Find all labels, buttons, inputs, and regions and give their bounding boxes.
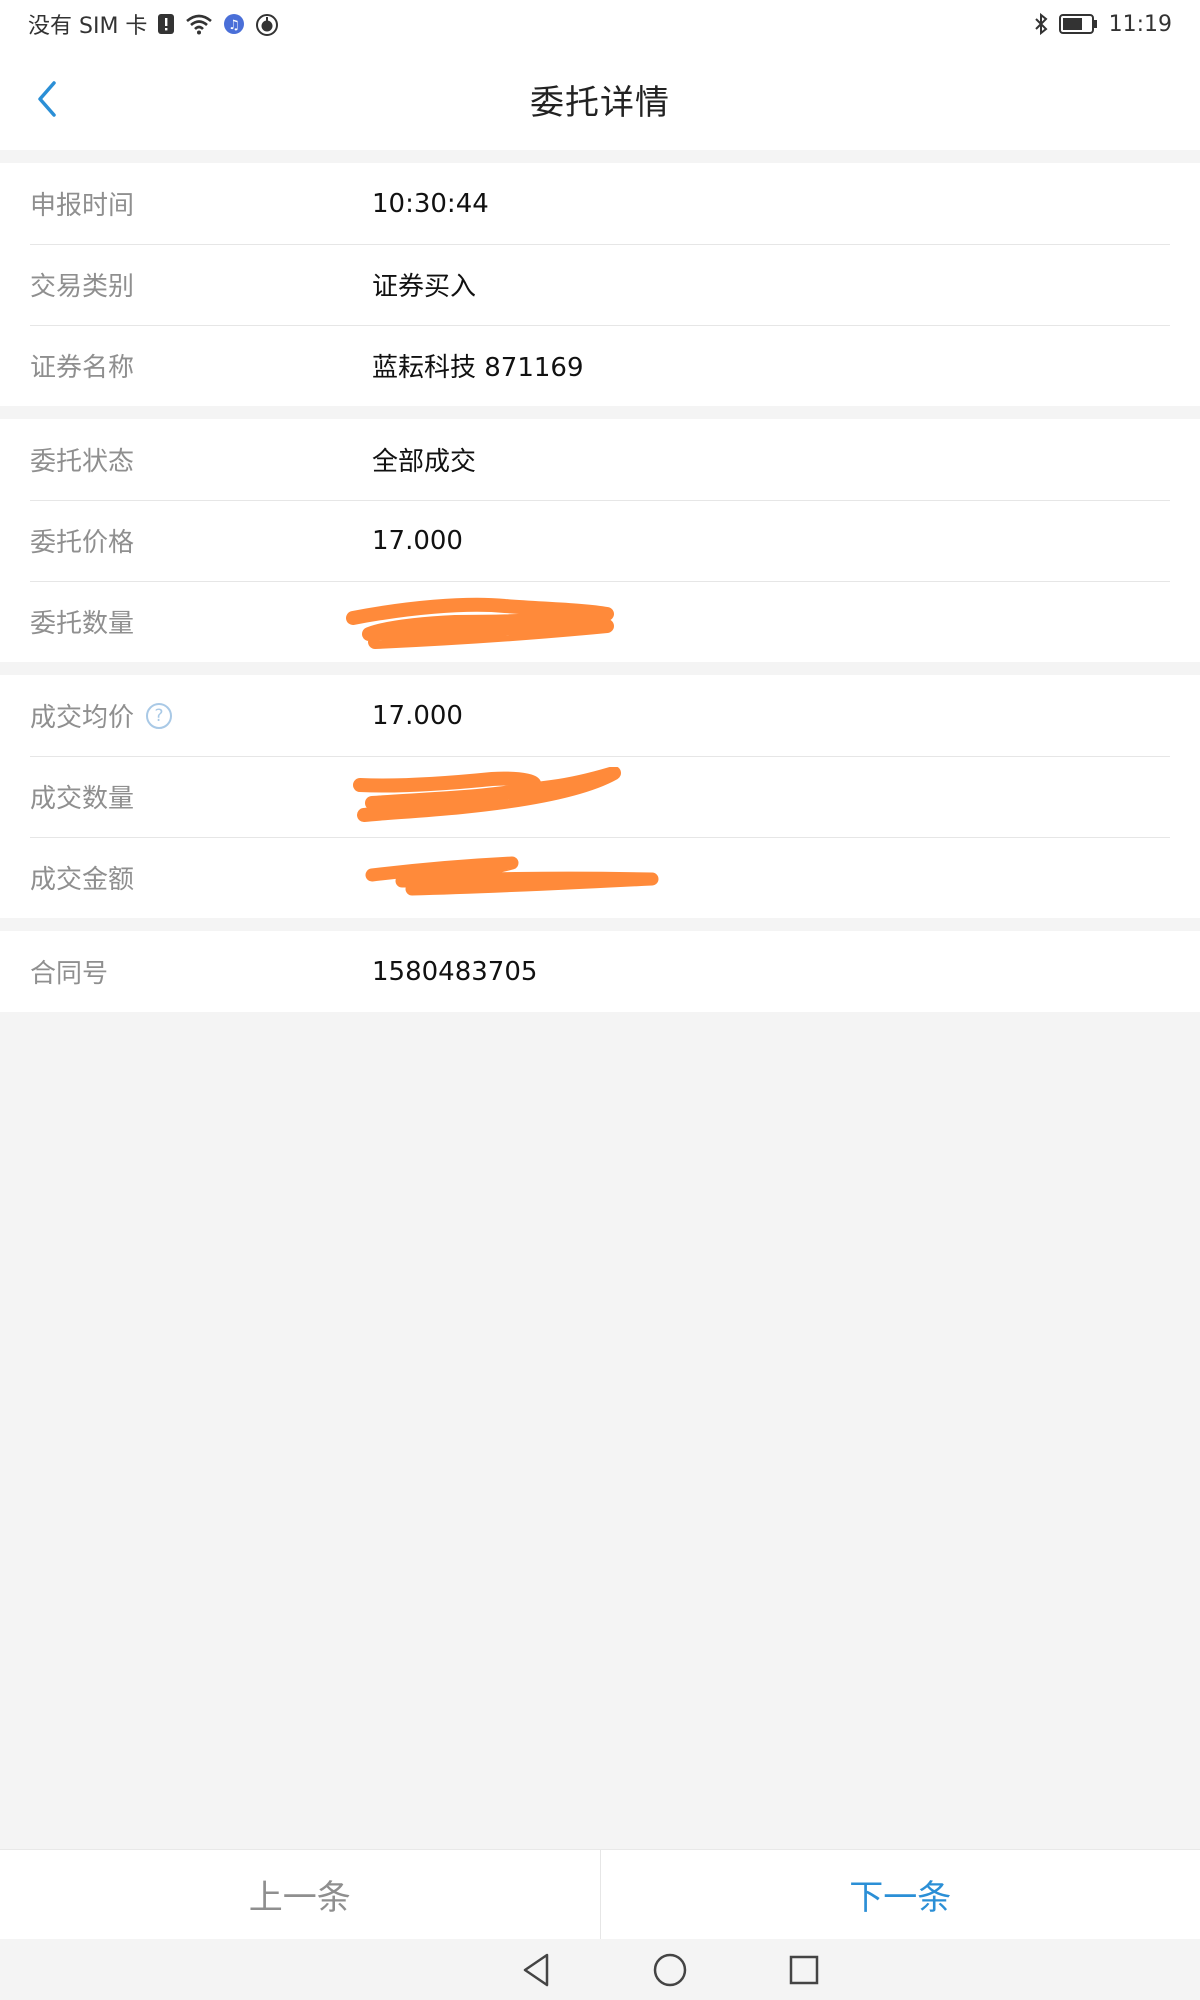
row-label: 成交数量: [30, 784, 135, 814]
row-label: 申报时间: [30, 191, 135, 221]
row-value: 17.000: [372, 525, 463, 556]
apple-icon: [255, 12, 279, 36]
bottom-action-bar: 上一条 下一条: [0, 1849, 1200, 1939]
row-label: 委托数量: [30, 609, 135, 639]
row-label: 委托状态: [30, 447, 135, 477]
row-label: 成交均价 ?: [30, 697, 372, 734]
detail-row: 合同号 1580483705: [0, 931, 1200, 1012]
wifi-icon: [185, 13, 213, 35]
status-left: 没有 SIM 卡 ♫: [28, 8, 279, 40]
carrier-text: 没有 SIM 卡: [28, 14, 148, 39]
detail-content: 申报时间 10:30:44 交易类别 证券买入 证券名称 蓝耘科技 871169…: [0, 150, 1200, 1012]
row-label: 证券名称: [30, 353, 135, 383]
home-circle-icon[interactable]: [648, 1948, 692, 1992]
row-value: 10:30:44: [372, 188, 489, 219]
detail-row: 成交金额: [0, 837, 1200, 918]
row-value: 蓝耘科技 871169: [372, 353, 584, 383]
section-deal: 成交均价 ? 17.000 成交数量 成交金额: [0, 675, 1200, 918]
clock-text: 11:19: [1108, 11, 1172, 37]
back-button[interactable]: [22, 74, 72, 124]
row-label: 合同号: [30, 959, 109, 989]
section-contract: 合同号 1580483705: [0, 931, 1200, 1012]
sim-alert-icon: [157, 13, 175, 35]
section-entrust: 委托状态 全部成交 委托价格 17.000 委托数量: [0, 419, 1200, 662]
detail-row: 委托价格 17.000: [0, 500, 1200, 581]
row-value: 证券买入: [372, 272, 477, 302]
system-nav-bar: [0, 1939, 1200, 2000]
chevron-left-icon: [38, 81, 56, 117]
redaction-scribble: [346, 597, 614, 649]
bluetooth-icon: [1033, 12, 1049, 36]
recents-square-icon[interactable]: [782, 1948, 826, 1992]
redaction-scribble: [365, 856, 659, 895]
detail-row: 申报时间 10:30:44: [0, 163, 1200, 244]
row-value: 全部成交: [372, 447, 477, 477]
prev-record-button[interactable]: 上一条: [0, 1850, 601, 1939]
help-icon[interactable]: ?: [146, 702, 173, 729]
music-icon: ♫: [223, 13, 245, 35]
back-triangle-icon[interactable]: [514, 1948, 558, 1992]
detail-row: 委托数量: [0, 581, 1200, 662]
row-value: 1580483705: [372, 956, 538, 987]
row-label: 委托价格: [30, 528, 135, 558]
detail-row: 证券名称 蓝耘科技 871169: [0, 325, 1200, 406]
row-label: 交易类别: [30, 272, 135, 302]
status-right: 11:19: [1033, 12, 1172, 37]
svg-text:♫: ♫: [229, 18, 241, 33]
row-label-text: 成交均价: [30, 703, 135, 733]
detail-row: 交易类别 证券买入: [0, 244, 1200, 325]
row-value: 17.000: [372, 700, 463, 731]
next-record-button[interactable]: 下一条: [601, 1850, 1200, 1939]
row-label: 成交金额: [30, 865, 135, 895]
battery-icon: [1058, 13, 1099, 35]
nav-header: 委托详情: [0, 48, 1200, 150]
detail-row: 成交均价 ? 17.000: [0, 675, 1200, 756]
detail-row: 委托状态 全部成交: [0, 419, 1200, 500]
redaction-scribble: [353, 766, 621, 822]
section-order-info: 申报时间 10:30:44 交易类别 证券买入 证券名称 蓝耘科技 871169: [0, 163, 1200, 406]
detail-row: 成交数量: [0, 756, 1200, 837]
status-bar: 没有 SIM 卡 ♫ 11:19: [0, 0, 1200, 48]
page-title: 委托详情: [530, 82, 670, 123]
